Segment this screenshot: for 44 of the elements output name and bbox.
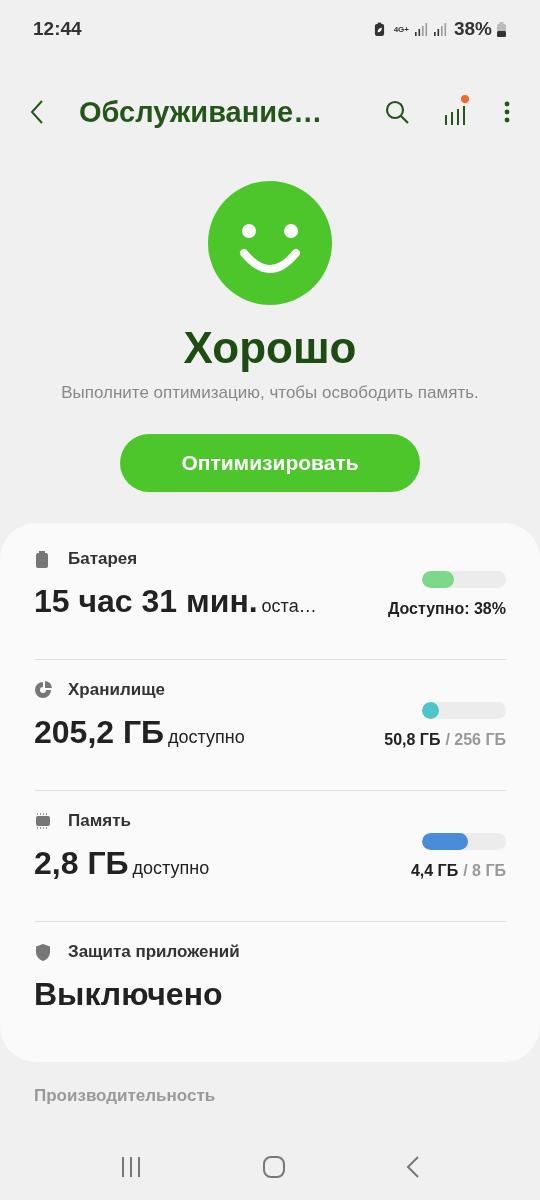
list-item[interactable]: Батарея 15 час 31 мин.оста… Доступно: 38% (34, 529, 506, 659)
chip-icon (34, 811, 52, 831)
total-amount: / 256 ГБ (445, 731, 506, 748)
item-value: 205,2 ГБ (34, 714, 165, 750)
signal-icon (413, 22, 428, 36)
battery-icon (497, 21, 506, 37)
list-item[interactable]: Хранилище 205,2 ГБ доступно 50,8 ГБ / 256 ГБ (34, 660, 506, 790)
screen-title: Обслуживание… (79, 95, 324, 129)
back-icon (30, 99, 44, 125)
signal-icon (432, 22, 447, 36)
list-item[interactable]: Память 2,8 ГБ доступно 4,4 ГБ / 8 ГБ (34, 791, 506, 921)
item-unit: доступно (168, 727, 245, 747)
item-unit: доступно (132, 858, 210, 878)
total-amount: / 8 ГБ (463, 862, 506, 879)
battery-leaf-icon (373, 21, 385, 37)
item-unit: оста… (261, 596, 317, 616)
item-label: Хранилище (68, 680, 165, 700)
item-label: Батарея (68, 549, 138, 569)
pie-chart-icon (34, 680, 52, 700)
network-type: 4G+ (393, 24, 409, 34)
clock: 12:44 (33, 18, 82, 40)
item-label: Память (68, 811, 131, 831)
status-message: Выполните оптимизацию, чтобы освободить память. (60, 382, 480, 404)
back-button[interactable] (30, 99, 44, 125)
item-label: Защита приложений (68, 942, 240, 962)
item-value: Выключено (34, 976, 223, 1012)
shield-icon (34, 942, 52, 962)
used-amount: 4,4 ГБ (410, 862, 459, 879)
usage-reading: Доступно: 38% (387, 600, 506, 617)
item-value: 2,8 ГБ (34, 845, 129, 881)
section-header: Производительность (34, 1086, 217, 1106)
battery-percent: 38% (453, 18, 492, 40)
item-value: 15 час 31 мин. (34, 583, 258, 619)
recents-icon (120, 1156, 142, 1178)
search-button[interactable] (384, 99, 410, 125)
more-icon (504, 99, 510, 125)
status-title: Хорошо (183, 323, 357, 373)
more-button[interactable] (504, 99, 510, 125)
back-icon (406, 1155, 420, 1179)
smiley-icon (208, 181, 332, 305)
search-icon (384, 99, 410, 125)
used-amount: 50,8 ГБ (384, 731, 441, 748)
home-icon (262, 1155, 286, 1179)
list-item[interactable]: Защита приложений Выключено (34, 922, 506, 1052)
